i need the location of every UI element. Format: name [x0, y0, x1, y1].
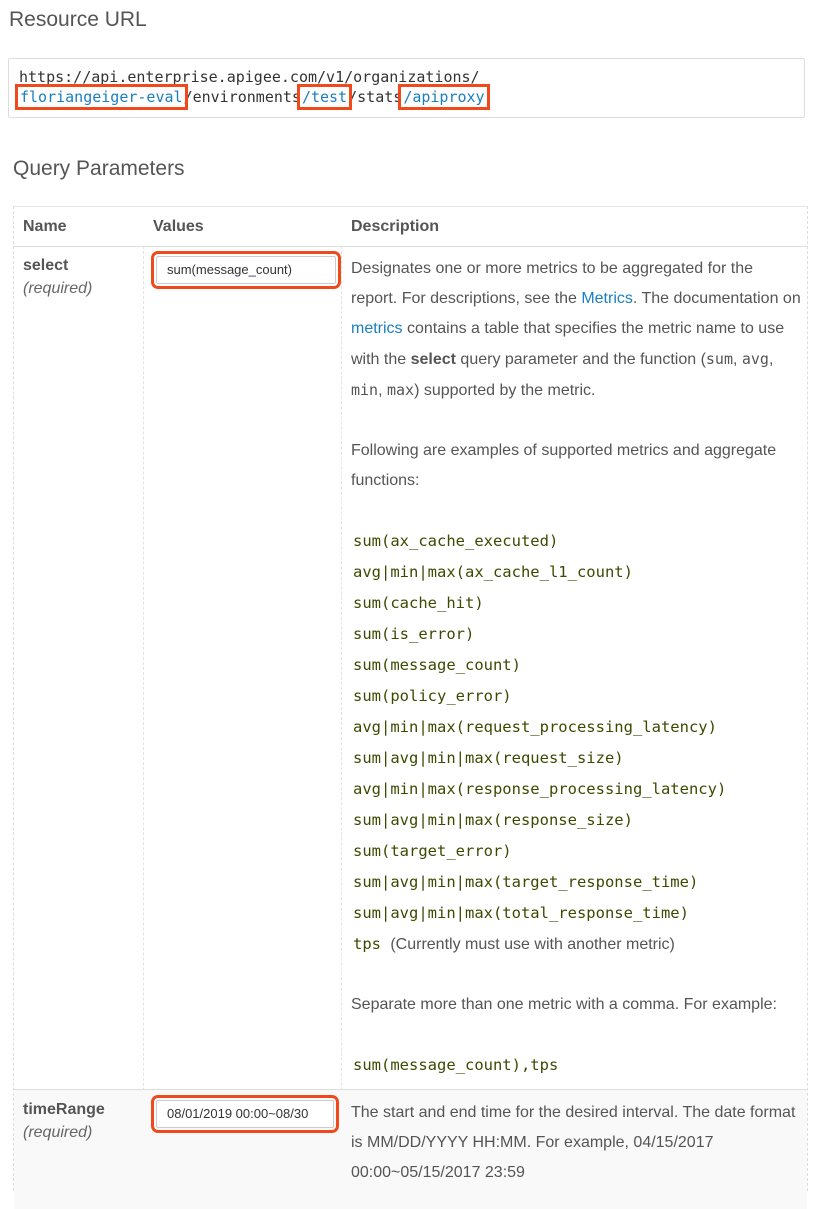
metric-item: avg|min|max(ax_cache_l1_count)	[353, 563, 633, 581]
param-required-label: (required)	[23, 1124, 93, 1141]
metric-item: sum|avg|min|max(total_response_time)	[353, 904, 689, 922]
function-sum: sum	[705, 350, 733, 368]
url-dimension-value: apiproxy	[412, 88, 485, 106]
function-max: max	[386, 381, 415, 399]
column-header-description: Description	[351, 218, 440, 235]
table-header: Name Values Description	[14, 206, 807, 247]
function-avg: avg	[741, 350, 769, 368]
timerange-description: The start and end time for the desired i…	[351, 1104, 796, 1181]
url-slash: /	[301, 88, 311, 106]
url-environments-segment: /environments	[183, 88, 301, 106]
desc-text: . The documentation on	[632, 290, 801, 307]
metric-item-tps: tps (Currently must use with another met…	[353, 929, 801, 960]
url-dimension-token[interactable]: /apiproxy	[398, 84, 490, 110]
metrics-doc-link[interactable]: metrics	[351, 320, 403, 337]
metric-item: sum(message_count)	[353, 656, 521, 674]
resource-url-heading: Resource URL	[9, 8, 147, 31]
column-header-name: Name	[23, 218, 67, 235]
desc-text: ,	[732, 351, 742, 368]
url-env-value: test	[311, 88, 348, 106]
metric-item: avg|min|max(request_processing_latency)	[353, 718, 717, 736]
select-description: Designates one or more metrics to be agg…	[351, 254, 801, 1081]
query-parameters-table: Name Values Description select (required…	[13, 206, 808, 1209]
separator-note: Separate more than one metric with a com…	[351, 996, 777, 1013]
query-parameters-heading: Query Parameters	[13, 157, 185, 180]
url-org-token[interactable]: floriangeiger-eval	[15, 84, 188, 110]
example-value: sum(message_count),tps	[353, 1056, 559, 1074]
url-slash: /	[403, 88, 413, 106]
metric-item: sum|avg|min|max(response_size)	[353, 811, 633, 829]
param-required-label: (required)	[23, 280, 93, 297]
metric-item: sum|avg|min|max(request_size)	[353, 749, 624, 767]
function-min: min	[351, 381, 379, 399]
desc-text: ) supported by the metric.	[414, 382, 596, 399]
metric-item: sum(policy_error)	[353, 687, 512, 705]
desc-text: ,	[378, 382, 387, 399]
metric-item: sum(target_error)	[353, 842, 512, 860]
tps-note: (Currently must use with another metric)	[390, 936, 675, 953]
metrics-list: sum(ax_cache_executed) avg|min|max(ax_ca…	[351, 526, 801, 960]
url-path: floriangeiger-eval/environments/test/sta…	[15, 84, 490, 110]
desc-text: query parameter and the function (	[455, 351, 706, 368]
metric-item: sum|avg|min|max(target_response_time)	[353, 873, 699, 891]
param-name-select: select	[23, 257, 69, 274]
select-value-input[interactable]: sum(message_count)	[151, 251, 341, 289]
metric-item: avg|min|max(response_processing_latency)	[353, 780, 727, 798]
metric-item: sum(ax_cache_executed)	[353, 532, 559, 550]
url-stats-segment: /stats	[348, 88, 403, 106]
desc-text: ,	[768, 351, 774, 368]
metric-item: sum(is_error)	[353, 625, 475, 643]
metric-item: sum(cache_hit)	[353, 594, 484, 612]
url-prefix: https://api.enterprise.apigee.com/v1/org…	[19, 68, 480, 86]
select-keyword: select	[410, 351, 456, 368]
metric-tps: tps	[353, 935, 381, 953]
timerange-value-input[interactable]: 08/01/2019 00:00~08/30	[151, 1095, 339, 1133]
resource-url-box: https://api.enterprise.apigee.com/v1/org…	[8, 58, 805, 118]
url-env-token[interactable]: /test	[296, 84, 353, 110]
column-header-values: Values	[153, 218, 204, 235]
param-name-timerange: timeRange	[23, 1101, 105, 1118]
examples-intro: Following are examples of supported metr…	[351, 442, 777, 489]
metrics-link[interactable]: Metrics	[581, 290, 633, 307]
select-description-text: Designates one or more metrics to be agg…	[351, 254, 801, 406]
column-divider	[143, 246, 144, 1191]
column-divider	[341, 246, 342, 1191]
row-divider	[14, 1089, 807, 1090]
